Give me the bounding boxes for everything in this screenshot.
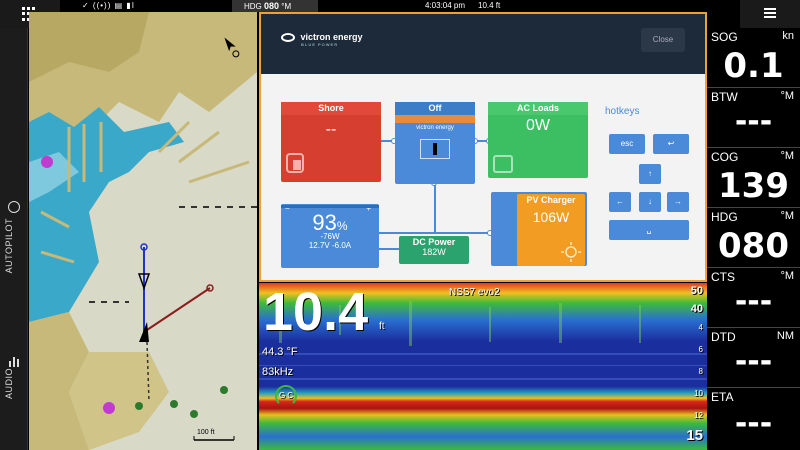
mooring-icon xyxy=(41,156,53,168)
sonar-scale-6: 6 xyxy=(698,345,703,354)
sonar-depth-unit: ft xyxy=(379,321,385,332)
sonar-display[interactable]: 10.4 ft 44.3 °F 83kHz GC NSS7 evo2 50 40… xyxy=(259,283,707,450)
inverter-switch-icon xyxy=(420,139,450,159)
btw-value: --- xyxy=(734,104,773,139)
btw-cell[interactable]: BTW °M --- xyxy=(707,88,800,148)
eta-value: --- xyxy=(734,406,773,441)
sonar-depth-value: 10.4 xyxy=(263,283,369,342)
inverter-brand: victron energy xyxy=(416,125,454,131)
audio-tab[interactable]: AUDIO xyxy=(4,368,14,399)
ac-loads-tile[interactable]: AC Loads 0W xyxy=(488,102,588,178)
cog-value: 139 xyxy=(718,166,789,206)
eta-cell[interactable]: ETA --- xyxy=(707,388,800,450)
sog-unit: kn xyxy=(782,30,794,42)
chart-map[interactable] xyxy=(29,12,257,450)
navigation-chart[interactable]: 100 ft xyxy=(29,12,257,450)
hdg-label: HDG xyxy=(244,2,262,11)
enter-key[interactable]: ↩ xyxy=(653,134,689,154)
system-status-icons: ✓ ((•)) ▤ ▮I xyxy=(82,1,136,10)
hotkeys-panel: hotkeys esc ↩ ↑ ← ↓ → ␣ xyxy=(605,106,695,266)
pv-charger-value: 106W xyxy=(532,209,570,225)
hdg-value: 080 xyxy=(264,1,280,11)
left-sidebar: AUTOPILOT AUDIO xyxy=(0,28,28,450)
hotkeys-title: hotkeys xyxy=(605,106,640,117)
cts-cell[interactable]: CTS °M --- xyxy=(707,268,800,328)
cog-cell[interactable]: COG °M 139 xyxy=(707,148,800,208)
btw-label: BTW xyxy=(711,90,738,104)
shore-tile[interactable]: Shore -- xyxy=(281,102,381,182)
socket-icon xyxy=(493,155,513,173)
chart-scale: 100 ft xyxy=(197,429,215,436)
dtd-cell[interactable]: DTD NM --- xyxy=(707,328,800,388)
hdg-cell[interactable]: HDG °M 080 xyxy=(707,208,800,268)
dtd-value: --- xyxy=(734,344,773,379)
heading-readout[interactable]: HDG 080 °M xyxy=(232,0,318,12)
cts-label: CTS xyxy=(711,270,735,284)
btw-unit: °M xyxy=(780,90,794,102)
down-key[interactable]: ↓ xyxy=(639,192,661,212)
shore-value: -- xyxy=(325,121,337,138)
main-menu-button[interactable] xyxy=(740,0,800,28)
dc-power-value: 182W xyxy=(422,247,446,257)
sog-label: SOG xyxy=(711,30,738,44)
right-key[interactable]: → xyxy=(667,192,689,212)
cog-unit: °M xyxy=(780,150,794,162)
sun-icon xyxy=(561,242,581,262)
victron-logo-icon xyxy=(281,33,295,43)
left-key[interactable]: ← xyxy=(609,192,631,212)
plug-icon xyxy=(286,153,304,173)
victron-panel[interactable]: victron energy BLUE POWER Close Shore --… xyxy=(259,12,707,282)
hdg-unit: °M xyxy=(281,2,292,11)
up-key[interactable]: ↑ xyxy=(639,164,661,184)
gain-dial-icon[interactable]: GC xyxy=(275,385,297,407)
sonar-source: NSS7 evo2 xyxy=(449,287,500,298)
sonar-scale-4: 4 xyxy=(698,323,703,332)
audio-icon[interactable] xyxy=(8,354,20,367)
sonar-temperature: 44.3 °F xyxy=(262,346,298,358)
pv-charger-tile[interactable]: PV Charger 106W xyxy=(517,194,585,266)
shore-label: Shore xyxy=(281,102,381,115)
battery-power: -76W xyxy=(320,232,340,241)
space-key[interactable]: ␣ xyxy=(609,220,689,240)
autopilot-tab[interactable]: AUTOPILOT xyxy=(4,218,14,273)
dc-power-label: DC Power xyxy=(412,237,456,247)
clock-time: 4:03:04 pm xyxy=(425,1,466,10)
dtd-label: DTD xyxy=(711,330,736,344)
autopilot-icon[interactable] xyxy=(8,201,20,213)
cog-label: COG xyxy=(711,150,739,164)
victron-logo: victron energy BLUE POWER xyxy=(281,32,363,47)
sonar-scale-40: 40 xyxy=(690,303,703,315)
sog-cell[interactable]: SOG kn 0.1 xyxy=(707,28,800,88)
victron-header: victron energy BLUE POWER Close xyxy=(261,14,705,74)
sonar-frequency: 83kHz xyxy=(262,366,294,378)
battery-readings: 12.7V -6.0A xyxy=(308,241,352,250)
sonar-scale-15: 15 xyxy=(686,427,703,444)
sonar-scale-12: 12 xyxy=(694,411,703,420)
ac-loads-value: 0W xyxy=(526,117,550,134)
cts-value: --- xyxy=(734,284,773,319)
close-button[interactable]: Close xyxy=(641,28,685,52)
depth-readout: 10.4 ft xyxy=(478,1,501,10)
cts-unit: °M xyxy=(780,270,794,282)
pv-charger-label: PV Charger xyxy=(526,195,576,205)
battery-tile[interactable]: − + 93% -76W 12.7V -6.0A xyxy=(281,204,379,268)
sonar-scale-8: 8 xyxy=(698,367,703,376)
status-bar: ✓ ((•)) ▤ ▮I HDG 080 °M 4:03:04 pm 10.4 … xyxy=(0,0,800,12)
dtd-unit: NM xyxy=(776,330,794,342)
hamburger-icon xyxy=(764,8,776,20)
inverter-label: Off xyxy=(395,102,475,115)
eta-label: ETA xyxy=(711,390,734,404)
inverter-tile[interactable]: Off victron energy xyxy=(395,102,475,184)
dc-power-tile[interactable]: DC Power 182W xyxy=(399,236,469,264)
sog-value: 0.1 xyxy=(723,46,784,86)
esc-key[interactable]: esc xyxy=(609,134,645,154)
hdg-cell-label: HDG xyxy=(711,210,738,224)
sonar-scale-10: 10 xyxy=(694,389,703,398)
instrument-data-panel: SOG kn 0.1 BTW °M --- COG °M 139 HDG °M … xyxy=(707,28,800,450)
hdg-cell-unit: °M xyxy=(780,210,794,222)
sonar-scale-50: 50 xyxy=(690,285,703,297)
hdg-cell-value: 080 xyxy=(718,226,789,266)
ac-loads-label: AC Loads xyxy=(488,102,588,115)
